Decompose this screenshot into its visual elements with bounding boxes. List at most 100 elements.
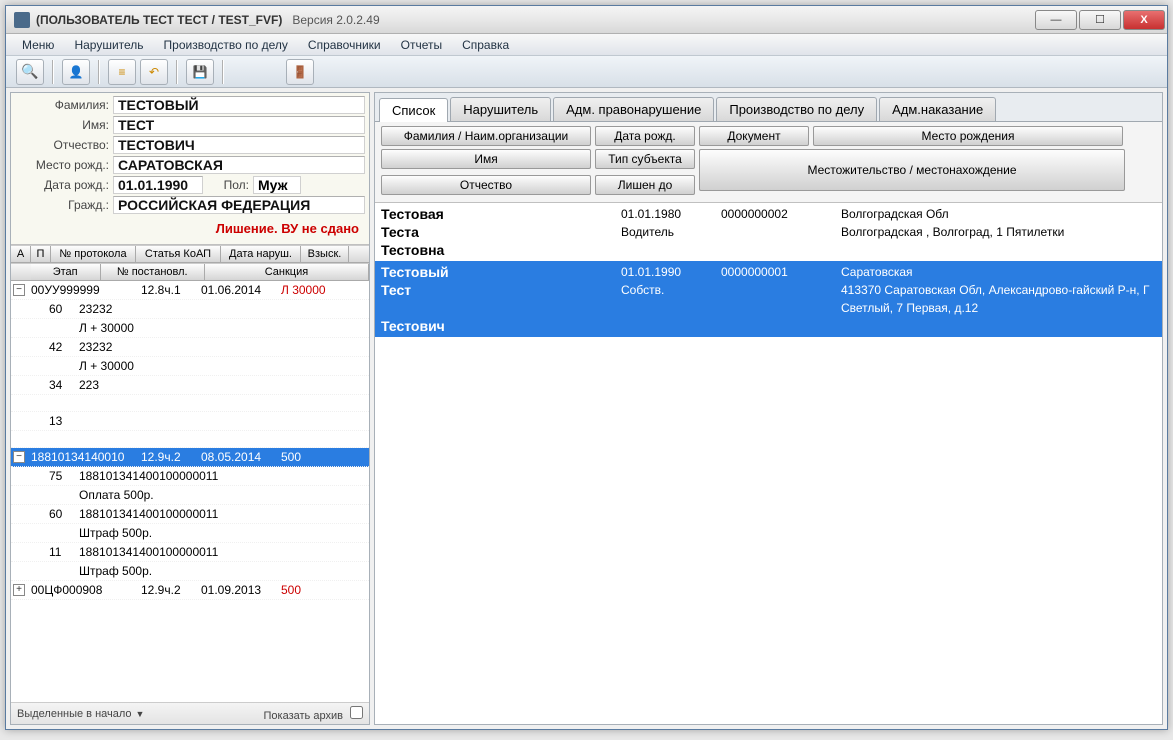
right-panel: СписокНарушительАдм. правонарушениеПроиз… (374, 92, 1163, 725)
column-header-button[interactable]: Документ (699, 126, 809, 146)
field-birthdate[interactable]: 01.01.1990 (113, 176, 203, 194)
tool-button-exit[interactable]: 🚪 (286, 59, 314, 85)
column-header-button[interactable]: Тип субъекта (595, 149, 695, 169)
list-icon: ≡ (118, 65, 125, 79)
app-window: (ПОЛЬЗОВАТЕЛЬ ТЕСТ ТЕСТ / TEST_FVF) Верс… (5, 5, 1168, 730)
person-block[interactable]: Тестовая01.01.19800000000002Волгоградска… (375, 203, 1162, 261)
save-icon: 💾 (193, 65, 208, 79)
label-birthdate: Дата рожд.: (15, 178, 113, 192)
window-version: Версия 2.0.2.49 (292, 13, 379, 27)
label-patronymic: Отчество: (15, 138, 113, 152)
label-citizenship: Гражд.: (15, 198, 113, 212)
grid-header-button[interactable]: Статья КоАП (136, 246, 221, 262)
tree-row[interactable]: 34223 (11, 376, 369, 395)
tab[interactable]: Нарушитель (450, 97, 551, 121)
tree-toggle[interactable]: + (13, 584, 25, 596)
tree-row[interactable]: 75188101341400100000011 (11, 467, 369, 486)
grid-header-button[interactable]: Взыск. (301, 246, 349, 262)
tree-row[interactable]: 11188101341400100000011 (11, 543, 369, 562)
tree-row[interactable]: Оплата 500р. (11, 486, 369, 505)
app-icon (14, 12, 30, 28)
grid-subheader-button[interactable]: Этап (31, 264, 101, 280)
tree-row[interactable]: 60188101341400100000011 (11, 505, 369, 524)
alert-text: Лишение. ВУ не сдано (11, 215, 369, 242)
grid-header-button[interactable]: Дата наруш. (221, 246, 301, 262)
menu-item[interactable]: Справочники (298, 36, 391, 54)
tab[interactable]: Производство по делу (716, 97, 877, 121)
minimize-button[interactable]: — (1035, 10, 1077, 30)
tree-row[interactable]: Л + 30000 (11, 357, 369, 376)
label-firstname: Имя: (15, 118, 113, 132)
tab[interactable]: Список (379, 98, 448, 122)
person-icon: 👤 (69, 65, 84, 79)
menu-item[interactable]: Справка (452, 36, 519, 54)
grid-subheader-button[interactable]: № постановл. (101, 264, 205, 280)
tree-row[interactable] (11, 431, 369, 448)
tool-button-list[interactable]: ≡ (108, 59, 136, 85)
window-title: (ПОЛЬЗОВАТЕЛЬ ТЕСТ ТЕСТ / TEST_FVF) (36, 13, 282, 27)
column-header-button[interactable]: Дата рожд. (595, 126, 695, 146)
tab[interactable]: Адм. правонарушение (553, 97, 714, 121)
right-column-headers: Фамилия / Наим.организацииДата рожд.Доку… (375, 122, 1162, 203)
label-sex: Пол: (213, 178, 253, 192)
tree-row[interactable] (11, 395, 369, 412)
tree-row[interactable]: 13 (11, 412, 369, 431)
field-sex[interactable]: Муж (253, 176, 301, 194)
titlebar: (ПОЛЬЗОВАТЕЛЬ ТЕСТ ТЕСТ / TEST_FVF) Верс… (6, 6, 1167, 34)
tree-row[interactable]: Л + 30000 (11, 319, 369, 338)
tool-button-add[interactable]: 👤 (62, 59, 90, 85)
field-lastname[interactable]: ТЕСТОВЫЙ (113, 96, 365, 114)
grid-main-header: АП№ протоколаСтатья КоАПДата наруш.Взыск… (11, 245, 369, 263)
menu-item[interactable]: Меню (12, 36, 64, 54)
label-birthplace: Место рожд.: (15, 158, 113, 172)
column-header-button[interactable]: Отчество (381, 175, 591, 195)
toolbar: 🔍 👤 ≡ ↶ 💾 🚪 (6, 56, 1167, 88)
search-icon: 🔍 (21, 63, 38, 80)
field-citizenship[interactable]: РОССИЙСКАЯ ФЕДЕРАЦИЯ (113, 196, 365, 214)
tree-toggle[interactable]: − (13, 451, 25, 463)
tree-row[interactable]: −00УУ99999912.8ч.101.06.2014Л 30000 (11, 281, 369, 300)
tree-toggle[interactable]: − (13, 284, 25, 296)
close-button[interactable]: X (1123, 10, 1165, 30)
grid-header-button[interactable]: П (31, 246, 51, 262)
bottom-bar: Выделенные в начало▼ Показать архив (11, 702, 369, 724)
tool-button-undo[interactable]: ↶ (140, 59, 168, 85)
column-header-button[interactable]: Фамилия / Наим.организации (381, 126, 591, 146)
column-header-button[interactable]: Лишен до (595, 175, 695, 195)
tree-row[interactable]: 4223232 (11, 338, 369, 357)
menu-item[interactable]: Нарушитель (64, 36, 153, 54)
column-header-button[interactable]: Имя (381, 149, 591, 169)
person-block[interactable]: Тестовый01.01.19900000000001СаратовскаяТ… (375, 261, 1162, 337)
tree-row[interactable]: Штраф 500р. (11, 524, 369, 543)
tree-row[interactable]: −1881013414001012.9ч.208.05.2014500 (11, 448, 369, 467)
tree-row[interactable]: 6023232 (11, 300, 369, 319)
menubar: МенюНарушительПроизводство по делуСправо… (6, 34, 1167, 56)
menu-item[interactable]: Производство по делу (154, 36, 298, 54)
right-list[interactable]: Тестовая01.01.19800000000002Волгоградска… (375, 203, 1162, 724)
field-patronymic[interactable]: ТЕСТОВИЧ (113, 136, 365, 154)
highlight-top-label[interactable]: Выделенные в начало▼ (17, 708, 144, 720)
column-header-button[interactable]: Место рождения (813, 126, 1123, 146)
tree-row[interactable]: Штраф 500р. (11, 562, 369, 581)
grid-header-button[interactable]: А (11, 246, 31, 262)
left-panel: Фамилия: ТЕСТОВЫЙ Имя: ТЕСТ Отчество: ТЕ… (10, 92, 370, 725)
column-header-button[interactable]: Местожительство / местонахождение (699, 149, 1125, 191)
grid-sub-header: Этап№ постановл.Санкция (11, 263, 369, 281)
exit-icon: 🚪 (293, 65, 308, 79)
tabs: СписокНарушительАдм. правонарушениеПроиз… (375, 93, 1162, 122)
field-birthplace[interactable]: САРАТОВСКАЯ (113, 156, 365, 174)
grid-header-button[interactable]: № протокола (51, 246, 136, 262)
grid-body[interactable]: −00УУ99999912.8ч.101.06.2014Л 3000060232… (11, 281, 369, 702)
tab[interactable]: Адм.наказание (879, 97, 996, 121)
undo-icon: ↶ (149, 65, 159, 79)
menu-item[interactable]: Отчеты (391, 36, 452, 54)
person-form: Фамилия: ТЕСТОВЫЙ Имя: ТЕСТ Отчество: ТЕ… (11, 93, 369, 245)
maximize-button[interactable]: ☐ (1079, 10, 1121, 30)
show-archive-label[interactable]: Показать архив (264, 706, 363, 722)
tree-row[interactable]: +00ЦФ00090812.9ч.201.09.2013500 (11, 581, 369, 600)
tool-button-save[interactable]: 💾 (186, 59, 214, 85)
show-archive-checkbox[interactable] (350, 706, 363, 719)
field-firstname[interactable]: ТЕСТ (113, 116, 365, 134)
search-button[interactable]: 🔍 (16, 59, 44, 85)
grid-subheader-button[interactable]: Санкция (205, 264, 369, 280)
